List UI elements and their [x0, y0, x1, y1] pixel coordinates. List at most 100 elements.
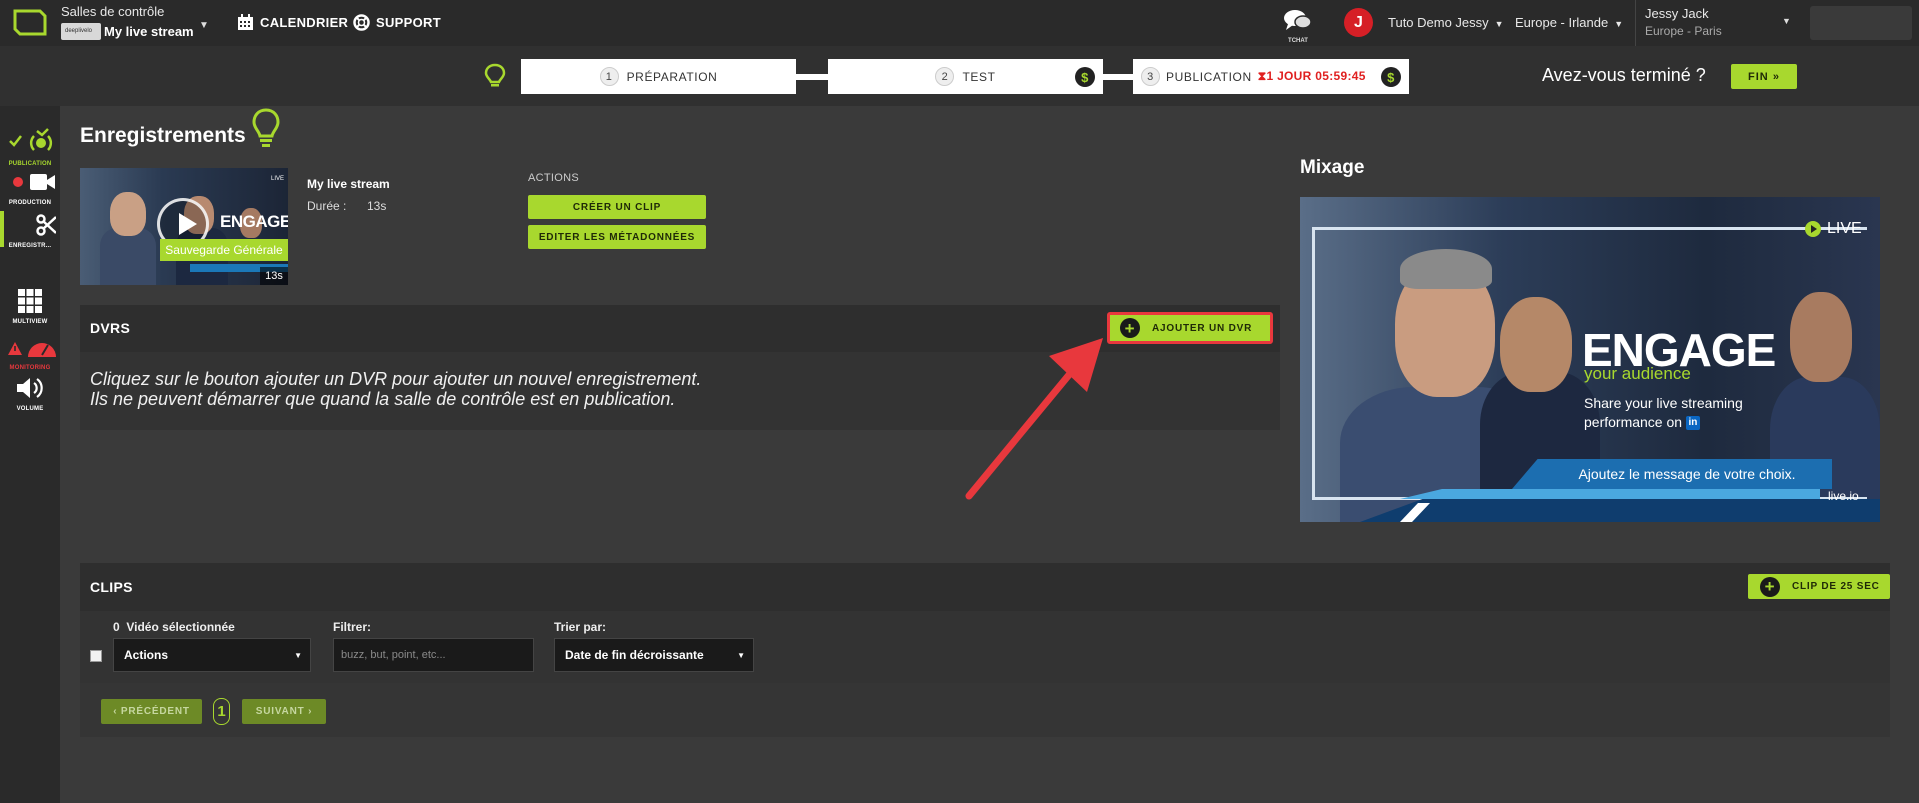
sidebar-item-label: MULTIVIEW [12, 319, 48, 325]
account-dropdown[interactable]: Tuto Demo Jessy ▼ [1388, 15, 1504, 30]
current-page[interactable]: 1 [213, 698, 230, 725]
chevron-left-icon: ‹ [113, 706, 118, 717]
account-name: Tuto Demo Jessy [1388, 15, 1489, 30]
tchat-button[interactable]: TCHAT [1280, 8, 1316, 44]
calendar-link[interactable]: CALENDRIER [237, 14, 348, 31]
annotation-arrow-icon [965, 338, 1103, 500]
lightbulb-icon[interactable] [252, 108, 280, 148]
sidebar-item-publication[interactable]: PUBLICATION [0, 125, 60, 167]
publication-timer: ⧗1 JOUR 05:59:45 [1257, 69, 1366, 83]
video-camera-icon [13, 174, 55, 190]
filter-input[interactable]: buzz, but, point, etc... [333, 638, 534, 672]
room-dropdown-chevron-icon[interactable]: ▼ [199, 20, 209, 31]
live-badge: LIVE [1805, 220, 1862, 238]
step-test[interactable]: 2 TEST $ [828, 59, 1103, 94]
next-page-button[interactable]: SUIVANT › [242, 699, 326, 724]
sidebar-item-multiview[interactable]: MULTIVIEW [0, 289, 60, 325]
mixage-preview[interactable]: LIVE ENGAGE your audience Share your liv… [1300, 197, 1880, 522]
chevron-down-icon: ▼ [737, 651, 745, 660]
select-all-checkbox[interactable] [90, 650, 102, 662]
thumbnail-engage-text: ENGAGE [220, 212, 288, 231]
dvrs-title: DVRS [90, 320, 131, 336]
step-label: PRÉPARATION [626, 69, 718, 84]
step-label: PUBLICATION [1166, 69, 1252, 84]
region-name: Europe - Irlande [1515, 15, 1609, 30]
step-number: 3 [1141, 67, 1160, 86]
broadcast-icon [9, 128, 53, 151]
duration-label: Durée : [307, 199, 347, 213]
next-label: SUIVANT [255, 706, 305, 717]
actions-select[interactable]: Actions ▼ [113, 638, 311, 672]
sort-label: Trier par: [554, 620, 607, 634]
sidebar-item-recordings[interactable]: ENREGISTR... [0, 213, 60, 249]
blurred-area [1810, 6, 1912, 40]
room-thumbnail: deeplivelo [61, 23, 101, 40]
clip-25-sec-button[interactable]: + CLIP DE 25 SEC [1748, 574, 1890, 599]
clips-header [80, 563, 1890, 611]
thumbnail-live-label: LIVE [270, 176, 284, 182]
double-chevron-right-icon: » [1772, 70, 1780, 83]
top-bar: Salles de contrôle deeplivelo My live st… [0, 0, 1919, 46]
step-label: TEST [962, 69, 996, 84]
previous-label: PRÉCÉDENT [120, 706, 190, 717]
sidebar-item-label: MONITORING [9, 365, 51, 371]
finish-button[interactable]: FIN » [1731, 64, 1797, 89]
mixage-title: Mixage [1300, 157, 1365, 178]
header-divider [1635, 0, 1636, 46]
page-title: Enregistrements [80, 124, 246, 147]
recording-title: My live stream [307, 177, 390, 191]
selected-count-label: 0 Vidéo sélectionnée [113, 620, 235, 634]
lifebuoy-icon [353, 14, 370, 31]
region-chevron-down-icon: ▼ [1614, 19, 1624, 29]
filter-label: Filtrer: [333, 620, 372, 634]
region-dropdown[interactable]: Europe - Irlande ▼ [1515, 15, 1623, 30]
edit-metadata-button[interactable]: EDITER LES MÉTADONNÉES [528, 225, 706, 249]
plus-circle-icon: + [1760, 576, 1780, 597]
room-name[interactable]: My live stream [104, 24, 194, 39]
user-chevron-down-icon[interactable]: ▼ [1782, 16, 1791, 26]
sidebar [0, 106, 60, 803]
step-number: 2 [935, 67, 955, 86]
duration-value: 13s [367, 199, 387, 213]
dollar-coin-icon: $ [1381, 67, 1401, 87]
lightbulb-icon[interactable] [484, 63, 506, 89]
previous-page-button[interactable]: ‹ PRÉCÉDENT [101, 699, 202, 724]
recording-thumbnail[interactable]: ENGAGE LIVE Sauvegarde Générale 13s [80, 168, 288, 285]
step-publication[interactable]: 3 PUBLICATION ⧗1 JOUR 05:59:45 $ [1133, 59, 1409, 94]
step-number: 1 [599, 67, 619, 86]
mixage-brand: live.io [1828, 489, 1859, 503]
avatar[interactable]: J [1344, 8, 1373, 37]
actions-heading: ACTIONS [528, 172, 579, 184]
user-name[interactable]: Jessy Jack [1645, 6, 1709, 21]
sidebar-item-production[interactable]: PRODUCTION [0, 170, 60, 206]
mixage-audience-text: your audience [1584, 364, 1691, 383]
sidebar-item-label: VOLUME [16, 406, 44, 412]
pagination-bar [80, 683, 1890, 737]
create-clip-button[interactable]: CRÉER UN CLIP [528, 195, 706, 219]
clips-title: CLIPS [90, 579, 133, 595]
dollar-coin-icon: $ [1075, 67, 1095, 87]
sidebar-item-monitoring[interactable]: MONITORING [0, 333, 60, 371]
add-dvr-button[interactable]: + AJOUTER UN DVR [1107, 312, 1273, 344]
clip-button-label: CLIP DE 25 SEC [1792, 581, 1880, 592]
sidebar-item-volume[interactable]: VOLUME [0, 376, 60, 412]
finish-question: Avez-vous terminé ? [1542, 65, 1706, 85]
support-label: SUPPORT [376, 15, 441, 30]
sidebar-item-label: ENREGISTR... [8, 243, 52, 249]
calendar-icon [238, 14, 253, 30]
recording-badge: Sauvegarde Générale [160, 239, 288, 261]
scissors-icon [36, 214, 57, 236]
app-logo-icon[interactable] [12, 8, 48, 38]
user-timezone: Europe - Paris [1645, 24, 1722, 38]
calendar-label: CALENDRIER [260, 15, 349, 30]
plus-circle-icon: + [1120, 318, 1140, 338]
support-link[interactable]: SUPPORT [353, 14, 441, 31]
actions-select-value: Actions [124, 648, 169, 662]
sort-select[interactable]: Date de fin décroissante ▼ [554, 638, 754, 672]
step-preparation[interactable]: 1 PRÉPARATION [521, 59, 796, 94]
speaker-icon [17, 378, 43, 398]
dvrs-message-line: Ils ne peuvent démarrer que quand la sal… [90, 389, 676, 409]
mixage-banner-message: Ajoutez le message de votre choix. [1512, 459, 1832, 489]
sidebar-item-label: PRODUCTION [8, 200, 52, 206]
sort-select-value: Date de fin décroissante [565, 648, 704, 662]
